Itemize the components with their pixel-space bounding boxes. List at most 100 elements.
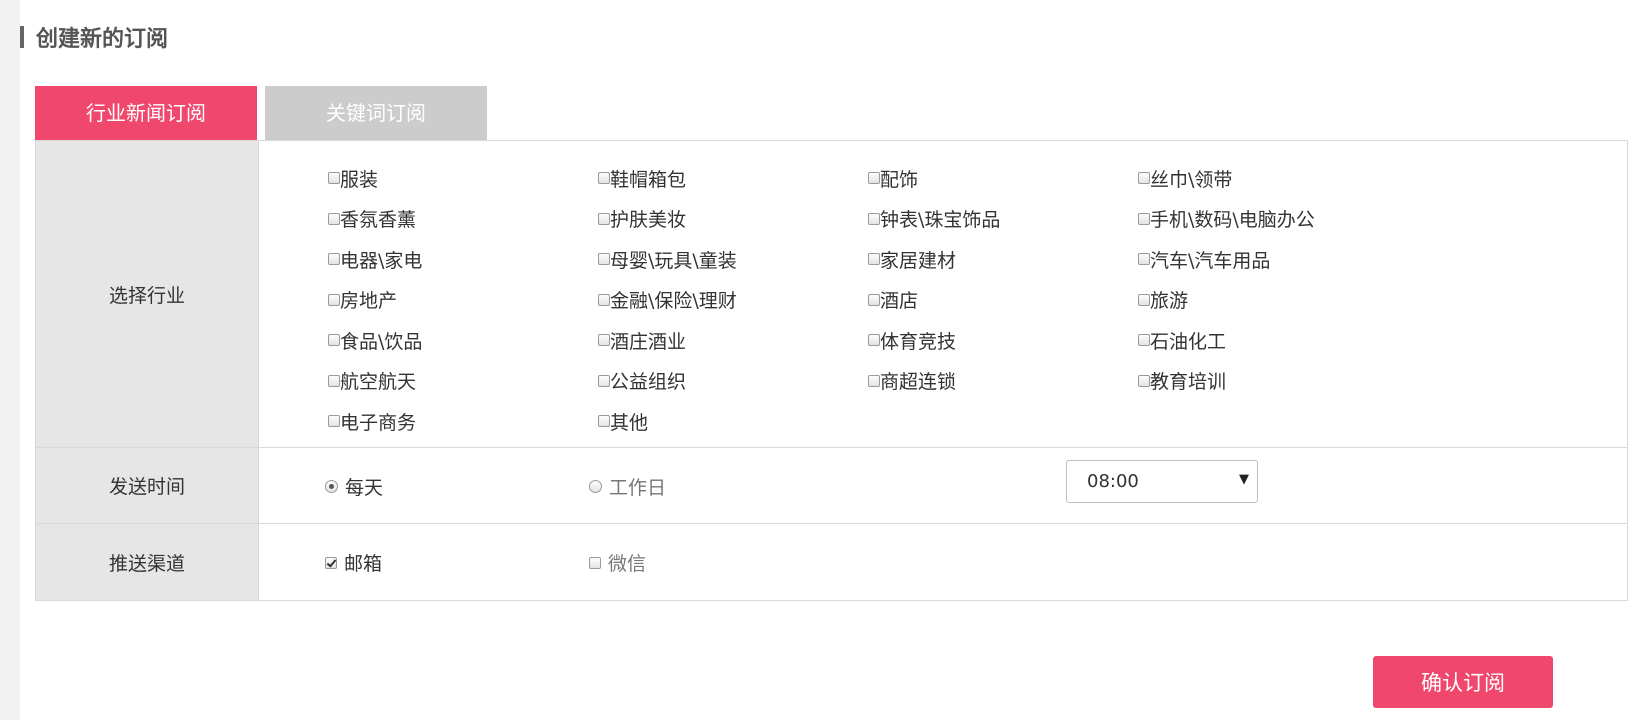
send-time-row: 发送时间 每天 工作日 08:00 ▼	[36, 447, 1627, 523]
industry-checkbox-item[interactable]: 家居建材	[868, 244, 1138, 274]
industry-checkbox-item[interactable]: 配饰	[868, 163, 1138, 193]
industry-checkbox[interactable]	[1138, 253, 1150, 265]
industry-checkbox-item[interactable]: 航空航天	[328, 366, 598, 396]
industry-checkbox[interactable]	[598, 374, 610, 387]
industry-checkbox-label: 其他	[610, 411, 649, 434]
send-time-label: 发送时间	[36, 448, 259, 523]
industry-checkbox-label: 护肤美妆	[610, 209, 687, 231]
industry-checkbox[interactable]	[598, 415, 610, 427]
page-header: 创建新的订阅	[20, 20, 168, 54]
channel-options: 邮箱 微信	[259, 524, 1627, 600]
industry-checkbox[interactable]	[1138, 374, 1150, 387]
industry-checkbox-label: 电子商务	[340, 411, 417, 434]
industry-checkbox[interactable]	[868, 293, 880, 306]
subscription-form: 选择行业 服装 鞋帽箱包 配饰 丝巾\领带香氛香薰 护肤美妆 钟表\珠宝饰品 手机\数码\电…	[35, 140, 1628, 601]
industry-checkbox-label: 配饰	[880, 168, 919, 191]
checkbox-email-label: 邮箱	[344, 553, 383, 575]
industry-checkbox[interactable]	[868, 374, 880, 387]
industry-checkbox-item[interactable]: 体育竞技	[868, 325, 1138, 355]
channel-label: 推送渠道	[36, 524, 259, 600]
channel-row: 推送渠道 邮箱 微信	[36, 523, 1627, 600]
checkbox-wechat-box[interactable]	[589, 556, 601, 569]
industry-checkbox-item[interactable]: 教育培训	[1138, 366, 1408, 396]
industry-checkbox[interactable]	[868, 212, 880, 225]
tab-keyword[interactable]: 关键词订阅	[265, 86, 487, 140]
industry-grid: 服装 鞋帽箱包 配饰 丝巾\领带香氛香薰 护肤美妆 钟表\珠宝饰品 手机\数码\电脑办公电器…	[328, 163, 1408, 447]
checkbox-email-box[interactable]	[325, 556, 337, 569]
industry-checkbox-item[interactable]: 电器\家电	[328, 244, 598, 274]
industry-checkbox[interactable]	[868, 334, 880, 346]
industry-checkbox-item[interactable]: 公益组织	[598, 366, 868, 396]
checkbox-wechat-label: 微信	[608, 553, 647, 575]
industry-checkbox-label: 手机\数码\电脑办公	[1150, 209, 1315, 231]
industry-checkbox-item[interactable]: 旅游	[1138, 285, 1408, 315]
checkbox-email[interactable]: 邮箱	[325, 549, 382, 576]
industry-checkbox[interactable]	[328, 374, 340, 387]
industry-checkbox[interactable]	[598, 212, 610, 225]
radio-daily[interactable]: 每天	[325, 473, 383, 500]
radio-workday-indicator[interactable]	[589, 480, 602, 493]
industry-checkbox[interactable]	[1138, 172, 1150, 184]
industry-checkbox[interactable]	[328, 253, 340, 265]
industry-checkbox[interactable]	[328, 334, 340, 346]
industry-checkbox-label: 钟表\珠宝饰品	[880, 209, 1001, 231]
industry-checkbox-item[interactable]: 商超连锁	[868, 366, 1138, 396]
industry-checkbox-label: 家居建材	[880, 249, 957, 272]
industry-checkbox-label: 电器\家电	[340, 249, 423, 272]
industry-checkbox-item[interactable]: 石油化工	[1138, 325, 1408, 355]
radio-daily-indicator[interactable]	[325, 480, 338, 493]
dropdown-arrow-icon: ▼	[1239, 472, 1249, 487]
header-accent-bar	[20, 26, 24, 48]
industry-checkbox-item[interactable]: 金融\保险\理财	[598, 285, 868, 315]
industry-checkbox-item[interactable]: 食品\饮品	[328, 325, 598, 355]
industry-checkbox-label: 香氛香薰	[340, 209, 417, 231]
industry-checkbox-item[interactable]: 鞋帽箱包	[598, 163, 868, 193]
industry-checkbox[interactable]	[598, 172, 610, 184]
industry-checkbox-item[interactable]: 钟表\珠宝饰品	[868, 204, 1138, 234]
industry-checkbox-item[interactable]: 酒店	[868, 285, 1138, 315]
industry-checkbox-item[interactable]: 母婴\玩具\童装	[598, 244, 868, 274]
industry-checkbox[interactable]	[868, 172, 880, 184]
left-strip	[0, 0, 20, 720]
industry-checkbox-item[interactable]: 其他	[598, 406, 868, 436]
radio-workday-label: 工作日	[609, 477, 667, 499]
industry-checkbox-label: 房地产	[340, 290, 398, 312]
checkbox-wechat[interactable]: 微信	[589, 549, 646, 576]
industry-checkbox-label: 酒庄酒业	[610, 330, 687, 353]
industry-checkbox[interactable]	[328, 172, 340, 184]
industry-checkbox[interactable]	[1138, 212, 1150, 225]
industry-checkbox-item[interactable]: 护肤美妆	[598, 204, 868, 234]
industry-checkbox-label: 酒店	[880, 290, 919, 312]
industry-checkbox-item[interactable]: 酒庄酒业	[598, 325, 868, 355]
industry-checkbox[interactable]	[328, 293, 340, 306]
industry-checkbox-label: 丝巾\领带	[1150, 168, 1233, 191]
industry-checkbox-label: 商超连锁	[880, 371, 957, 393]
industry-checkbox[interactable]	[598, 293, 610, 306]
industry-checkbox-item[interactable]: 手机\数码\电脑办公	[1138, 204, 1408, 234]
industry-row: 选择行业 服装 鞋帽箱包 配饰 丝巾\领带香氛香薰 护肤美妆 钟表\珠宝饰品 手机\数码\电…	[36, 141, 1627, 447]
industry-checkbox-label: 金融\保险\理财	[610, 290, 737, 312]
industry-checkbox-item[interactable]: 汽车\汽车用品	[1138, 244, 1408, 274]
industry-checkbox[interactable]	[1138, 293, 1150, 306]
industry-checkbox-label: 服装	[340, 168, 379, 191]
industry-checkbox-label: 公益组织	[610, 371, 687, 393]
time-select[interactable]: 08:00 ▼	[1066, 460, 1258, 503]
industry-label: 选择行业	[36, 141, 259, 447]
industry-checkbox[interactable]	[598, 334, 610, 346]
industry-checkbox-label: 鞋帽箱包	[610, 168, 687, 191]
industry-checkbox-label: 石油化工	[1150, 330, 1227, 353]
industry-checkbox-item[interactable]: 香氛香薰	[328, 204, 598, 234]
industry-checkbox[interactable]	[1138, 334, 1150, 346]
industry-checkbox-label: 教育培训	[1150, 371, 1227, 393]
industry-checkbox-item[interactable]: 房地产	[328, 285, 598, 315]
industry-checkbox-item[interactable]: 服装	[328, 163, 598, 193]
industry-checkbox-item[interactable]: 丝巾\领带	[1138, 163, 1408, 193]
radio-workday[interactable]: 工作日	[589, 473, 666, 500]
tab-industry-news[interactable]: 行业新闻订阅	[35, 86, 257, 140]
industry-checkbox[interactable]	[598, 253, 610, 265]
industry-checkbox-item[interactable]: 电子商务	[328, 406, 598, 436]
industry-checkbox[interactable]	[868, 253, 880, 265]
industry-checkbox[interactable]	[328, 415, 340, 427]
confirm-subscribe-button[interactable]: 确认订阅	[1373, 656, 1553, 708]
industry-checkbox[interactable]	[328, 212, 340, 225]
